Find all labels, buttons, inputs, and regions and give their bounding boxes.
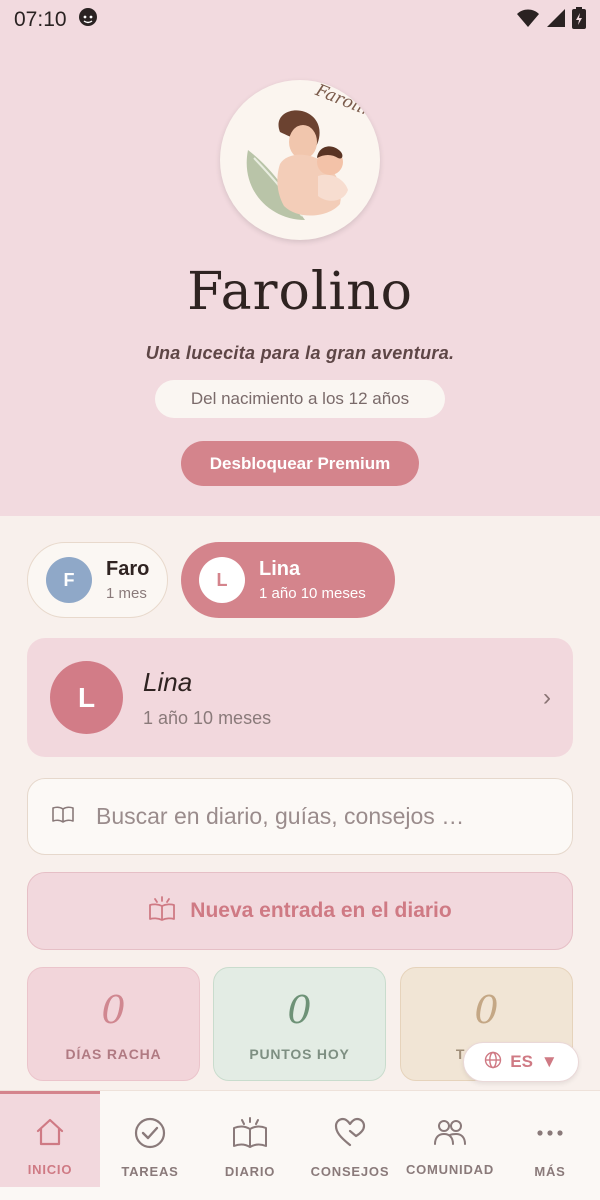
stat-points-today[interactable]: 0 PUNTOS HOY xyxy=(213,967,386,1081)
stat-streak-days[interactable]: 0 DÍAS RACHA xyxy=(27,967,200,1081)
profile-age: 1 año 10 meses xyxy=(143,707,272,728)
stat-value: 0 xyxy=(287,988,312,1032)
profile-name: Lina xyxy=(143,666,193,697)
child-chip-faro[interactable]: F Faro 1 mes xyxy=(27,542,168,618)
book-icon xyxy=(232,1117,268,1154)
book-icon xyxy=(52,805,74,828)
globe-icon xyxy=(484,1051,502,1074)
stat-value: 0 xyxy=(101,988,126,1032)
language-selector[interactable]: ES ▼ xyxy=(463,1042,579,1082)
nav-label: INICIO xyxy=(27,1162,73,1177)
nav-item-tareas[interactable]: TAREAS xyxy=(100,1091,200,1187)
stat-label: DÍAS RACHA xyxy=(65,1046,162,1062)
check-circle-icon xyxy=(134,1117,166,1154)
status-app-icon xyxy=(77,6,99,34)
more-icon xyxy=(534,1117,566,1154)
people-icon xyxy=(433,1117,467,1152)
mother-child-illustration: Farolino xyxy=(246,80,380,220)
nav-item-inicio[interactable]: INICIO xyxy=(0,1091,100,1187)
battery-icon xyxy=(572,6,586,34)
logo-wordmark: Farolino xyxy=(312,80,380,126)
app-logo: Farolino xyxy=(220,80,380,240)
child-chip-lina[interactable]: L Lina 1 año 10 meses xyxy=(181,542,395,618)
nav-label: COMUNIDAD xyxy=(405,1162,495,1177)
hero-section: Farolino Farolino Una lucecita para la g… xyxy=(0,0,600,516)
profile-avatar: L xyxy=(50,661,123,734)
child-profile-card[interactable]: L Lina 1 año 10 meses › xyxy=(27,638,573,757)
stat-value: 0 xyxy=(474,988,499,1032)
nav-item-diario[interactable]: DIARIO xyxy=(200,1091,300,1187)
bottom-navigation: INICIO TAREAS DIARIO CONSEJOS COMUNIDAD … xyxy=(0,1090,600,1200)
chevron-right-icon: › xyxy=(543,683,551,711)
status-time: 07:10 xyxy=(14,8,67,31)
nav-label: CONSEJOS xyxy=(310,1164,390,1179)
search-input[interactable]: Buscar en diario, guías, consejos … xyxy=(27,778,573,855)
nav-label: DIARIO xyxy=(224,1164,276,1179)
status-bar: 07:10 xyxy=(0,0,600,40)
nav-label: TAREAS xyxy=(121,1164,179,1179)
heart-icon xyxy=(334,1117,366,1154)
avatar: F xyxy=(46,557,92,603)
avatar: L xyxy=(199,557,245,603)
language-code: ES xyxy=(510,1052,533,1071)
stat-label: PUNTOS HOY xyxy=(249,1046,350,1062)
new-diary-entry-label: Nueva entrada en el diario xyxy=(190,899,452,922)
age-range-pill: Del nacimiento a los 12 años xyxy=(155,380,445,418)
child-name: Faro xyxy=(106,558,150,580)
signal-icon xyxy=(546,8,566,33)
wifi-icon xyxy=(516,8,540,33)
nav-item-consejos[interactable]: CONSEJOS xyxy=(300,1091,400,1187)
app-title: Farolino xyxy=(187,262,413,322)
chevron-down-icon: ▼ xyxy=(540,1052,558,1071)
nav-label: MÁS xyxy=(534,1164,566,1179)
child-age: 1 año 10 meses xyxy=(259,585,366,602)
nav-item-comunidad[interactable]: COMUNIDAD xyxy=(400,1091,500,1187)
nav-item-mas[interactable]: MÁS xyxy=(500,1091,600,1187)
new-diary-entry-button[interactable]: Nueva entrada en el diario xyxy=(27,872,573,950)
child-name: Lina xyxy=(259,558,301,580)
child-age: 1 mes xyxy=(106,585,147,602)
home-icon xyxy=(34,1117,66,1152)
unlock-premium-button[interactable]: Desbloquear Premium xyxy=(181,441,419,486)
diary-book-icon xyxy=(148,895,176,927)
search-placeholder: Buscar en diario, guías, consejos … xyxy=(96,803,465,829)
app-tagline: Una lucecita para la gran aventura. xyxy=(145,343,455,363)
